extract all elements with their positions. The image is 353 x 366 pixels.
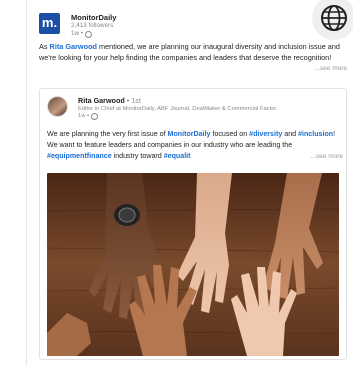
author-name-line: Rita Garwood • 1st [78,96,276,105]
hashtag-link[interactable]: #equalit [164,152,191,160]
mention-link[interactable]: Rita Garwood [50,42,97,51]
shared-post-header: Rita Garwood • 1st Editor in Chief at Mo… [47,96,276,120]
author-title: Editor in Chief at MonitorDaily, ABF Jou… [78,106,277,112]
shared-post[interactable]: Rita Garwood • 1st Editor in Chief at Mo… [39,88,347,360]
shared-post-time-text: 1w • [78,113,90,119]
post-time: 1w • [71,30,116,38]
post-card: m. MonitorDaily 2,413 followers 1w • As … [26,0,353,366]
org-logo[interactable]: m. [39,13,60,34]
hashtag-link[interactable]: #diversity [249,130,282,138]
org-followers: 2,413 followers [71,22,114,29]
author-name[interactable]: Rita Garwood [78,96,125,105]
hands-photo[interactable] [47,173,339,356]
see-more-link[interactable]: ...see more [310,151,343,162]
post-text-before: As [39,42,50,51]
mention-link[interactable]: MonitorDaily [168,130,211,138]
hashtag-link[interactable]: #inclusion [298,130,333,138]
visibility-globe-icon [91,113,99,120]
org-name[interactable]: MonitorDaily [71,13,116,22]
hands-photo-icon [47,173,339,356]
author-info: Rita Garwood • 1st Editor in Chief at Mo… [78,96,276,120]
post-text: As Rita Garwood mentioned, we are planni… [39,41,347,74]
post-header: m. MonitorDaily 2,413 followers 1w • [39,13,116,38]
org-logo-letter: m. [41,15,58,30]
shared-text-2: focused on [210,130,250,138]
shared-post-time: 1w • [78,113,276,120]
shared-text-1: We are planning the very first issue of [47,130,168,138]
avatar[interactable] [47,96,68,117]
shared-text-5: industry toward [111,152,164,160]
globe-icon[interactable] [312,0,353,40]
hashtag-link[interactable]: #equipmentfinance [47,152,112,160]
visibility-globe-icon [85,30,93,38]
shared-text-3: and [282,130,299,138]
post-time-text: 1w • [71,30,84,37]
shared-post-text: We are planning the very first issue of … [47,129,343,162]
see-more-link[interactable]: ...see more [314,63,347,74]
org-info: MonitorDaily 2,413 followers 1w • [71,13,116,38]
connection-degree: • 1st [126,96,141,105]
